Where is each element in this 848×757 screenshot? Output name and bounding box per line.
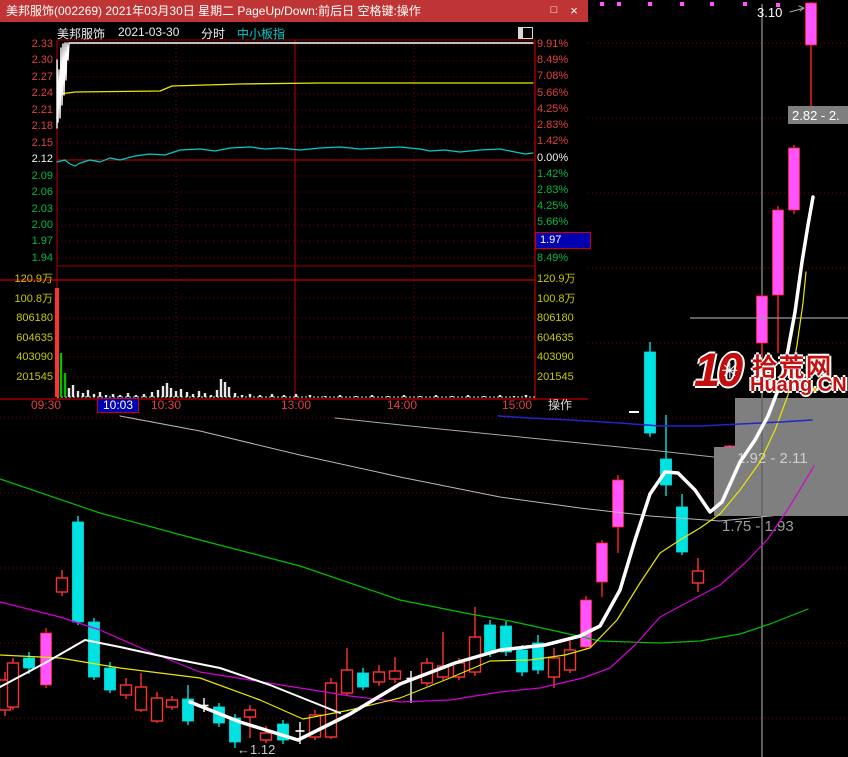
percent-axis-label: 2.83% [537,183,569,196]
price-axis-label: 2.21 [31,103,53,116]
panel-layout-icon[interactable] [518,27,533,39]
percent-axis-label: 4.25% [537,200,569,213]
price-axis-label: 2.06 [31,186,53,199]
percent-axis-label: 1.42% [537,135,569,148]
price-axis-label: 2.18 [31,120,53,133]
price-axis-label: 2.00 [31,218,53,231]
time-axis: 09:30 10:03 10:30 13:00 14:00 15:00 操作 [0,398,588,415]
svg-text:2.82 - 2.: 2.82 - 2. [792,108,840,123]
volume-axis-label: 100.8万 [537,292,576,305]
stock-name: 美邦服饰 [57,27,106,41]
volume-axis-label: 201545 [16,370,53,383]
svg-text:3.10: 3.10 [757,5,782,20]
price-axis-label: 2.27 [31,70,53,83]
svg-text:←1.12: ←1.12 [237,742,275,757]
close-button[interactable]: × [566,0,582,22]
price-axis-left: 2.33 2.30 2.27 2.24 2.21 2.18 2.15 2.12 2.09 2.06… [0,37,53,265]
price-axis-label: 1.97 [31,235,53,248]
time-axis-label[interactable]: 操作 [548,398,572,413]
price-axis-label: 2.30 [31,54,53,67]
gear-icon: ✳ [721,360,739,383]
intraday-header: 美邦服饰 2021-03-30 分时 中小板指 [0,24,588,43]
percent-axis-label: 4.25% [537,102,569,115]
time-axis-label[interactable]: 14:00 [387,398,417,413]
price-axis-label: 1.94 [31,251,53,264]
price-axis-label: 2.03 [31,202,53,215]
index-name[interactable]: 中小板指 [237,25,285,42]
volume-axis-left: 120.9万 100.8万 806180 604635 403090 201545 [0,272,53,384]
period-label: 分时 [201,27,226,41]
volume-axis-label: 100.8万 [14,292,53,305]
time-axis-label[interactable]: 13:00 [281,398,311,413]
percent-axis-label: 1.42% [537,167,569,180]
percent-axis-label: 8.49% [537,251,569,264]
volume-axis-label: 604635 [537,331,574,344]
percent-axis-right: 9.91% 8.49% 7.08% 5.66% 4.25% 2.83% 1.42% 0.00%… [535,37,591,265]
volume-axis-label: 604635 [16,331,53,344]
watermark-site: Huang.CN [750,374,847,396]
volume-axis-label: 806180 [16,312,53,325]
volume-axis-right: 120.9万 100.8万 806180 604635 403090 201545 [537,272,587,384]
volume-axis-label: 806180 [537,312,574,325]
percent-axis-label: 5.66% [537,216,569,229]
volume-axis-label: 403090 [537,351,574,364]
percent-axis-label: 8.49% [537,54,569,67]
volume-axis-label: 120.9万 [14,273,53,285]
chart-date: 2021-03-30 [118,25,180,39]
window-title: 美邦服饰(002269) 2021年03月30日 星期二 PageUp/Down… [6,4,421,18]
percent-axis-label: 0.00% [537,151,569,164]
time-axis-label[interactable]: 10:03 [96,398,140,413]
price-axis-label: 2.12 [31,153,53,166]
time-axis-label[interactable]: 15:00 [502,398,532,413]
svg-text:1.75 - 1.93: 1.75 - 1.93 [722,518,794,535]
percent-axis-label: 5.66% [537,86,569,99]
time-axis-label[interactable]: 09:30 [31,398,61,413]
shihuang-watermark: 10 ✳ 拾荒网 Huang.CN [694,343,847,402]
volume-axis-label: 201545 [537,370,574,383]
price-axis-label: 2.24 [31,87,53,100]
intraday-chart[interactable] [0,0,588,415]
volume-axis-label: 403090 [16,351,53,364]
percent-axis-label: 7.08% [537,70,569,83]
percent-axis-label: 1.97 [535,231,591,249]
maximize-button[interactable]: □ [546,0,562,22]
window-title-bar[interactable]: 美邦服饰(002269) 2021年03月30日 星期二 PageUp/Down… [0,0,588,22]
time-axis-label[interactable]: 10:30 [151,398,181,413]
intraday-popup-window: 美邦服饰(002269) 2021年03月30日 星期二 PageUp/Down… [0,0,591,415]
volume-axis-label: 120.9万 [537,273,576,285]
price-axis-label: 2.15 [31,136,53,149]
app-root: 1.92 - 2.11 1.75 - 1.93 3.10 2.82 - 2. ←1.12… [0,0,848,757]
percent-axis-label: 2.83% [537,119,569,132]
price-axis-label: 2.09 [31,169,53,182]
